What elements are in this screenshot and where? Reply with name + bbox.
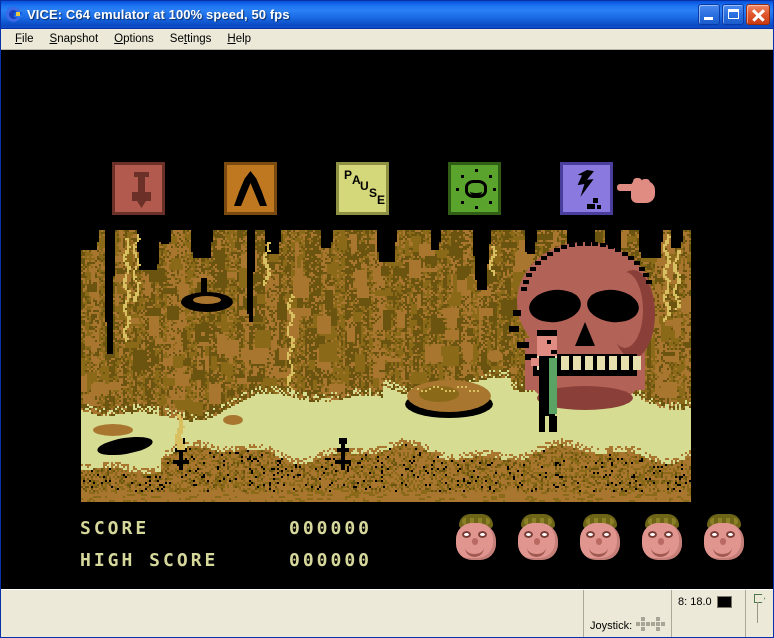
- statusbar-joystick-cell[interactable]: Joystick:: [583, 590, 671, 637]
- sun-orb-icon[interactable]: [448, 162, 501, 215]
- menu-item-settings[interactable]: Settings: [162, 31, 220, 47]
- score-value: 000000: [289, 518, 373, 539]
- joystick-label: Joystick:: [590, 620, 633, 632]
- menu-item-snapshot[interactable]: Snapshot: [42, 31, 107, 47]
- statusbar: Joystick: 8: 18.0: [1, 589, 773, 637]
- pause-icon[interactable]: P A U S E: [336, 162, 389, 215]
- lives-row: [453, 514, 747, 562]
- c64-screen[interactable]: P A U S E SCORE 000000 HIGH SCORE 000000: [1, 50, 773, 589]
- menubar: File Snapshot Options Settings Help: [1, 29, 773, 50]
- joystick-port-2-indicator[interactable]: [650, 617, 665, 632]
- vice-commodore-logo-icon[interactable]: [5, 6, 23, 24]
- high-score-value: 000000: [289, 550, 373, 571]
- player-head-life-icon: [515, 514, 561, 562]
- score-label: SCORE: [80, 518, 150, 539]
- emulator-canvas-area[interactable]: P A U S E SCORE 000000 HIGH SCORE 000000: [1, 50, 773, 589]
- pointing-hand-cursor: [617, 178, 655, 204]
- close-button[interactable]: [746, 4, 770, 25]
- high-score-label: HIGH SCORE: [80, 550, 219, 571]
- pause-label: P A U S E: [344, 168, 386, 207]
- tape-flag-icon[interactable]: [752, 594, 767, 624]
- window-title: VICE: C64 emulator at 100% speed, 50 fps: [27, 7, 290, 22]
- drive-led-indicator: [716, 596, 732, 608]
- maximize-button[interactable]: [722, 4, 744, 25]
- vice-emulator-window: VICE: C64 emulator at 100% speed, 50 fps…: [0, 0, 774, 638]
- player-head-life-icon: [701, 514, 747, 562]
- window-controls: [698, 4, 770, 25]
- player-head-life-icon: [453, 514, 499, 562]
- menu-item-help[interactable]: Help: [219, 31, 259, 47]
- game-icon-row: P A U S E: [1, 162, 773, 222]
- statusbar-drive-cell[interactable]: 8: 18.0: [671, 590, 745, 637]
- tent-cave-icon[interactable]: [224, 162, 277, 215]
- cave-scene-canvas: [81, 230, 691, 502]
- game-scene-cave[interactable]: [81, 230, 691, 502]
- statusbar-tape-cell[interactable]: [745, 590, 773, 637]
- window-titlebar[interactable]: VICE: C64 emulator at 100% speed, 50 fps: [1, 1, 773, 29]
- drive-status-label: 8: 18.0: [678, 596, 712, 608]
- joystick-port-1-indicator[interactable]: [636, 617, 651, 632]
- menu-item-options[interactable]: Options: [106, 31, 162, 47]
- score-panel: SCORE 000000 HIGH SCORE 000000: [1, 512, 773, 582]
- player-head-life-icon: [639, 514, 685, 562]
- player-head-life-icon: [577, 514, 623, 562]
- statusbar-message-area: [1, 590, 583, 637]
- shovel-tool-icon[interactable]: [112, 162, 165, 215]
- minimize-button[interactable]: [698, 4, 720, 25]
- menu-item-file[interactable]: File: [7, 31, 42, 47]
- lightning-crack-icon[interactable]: [560, 162, 613, 215]
